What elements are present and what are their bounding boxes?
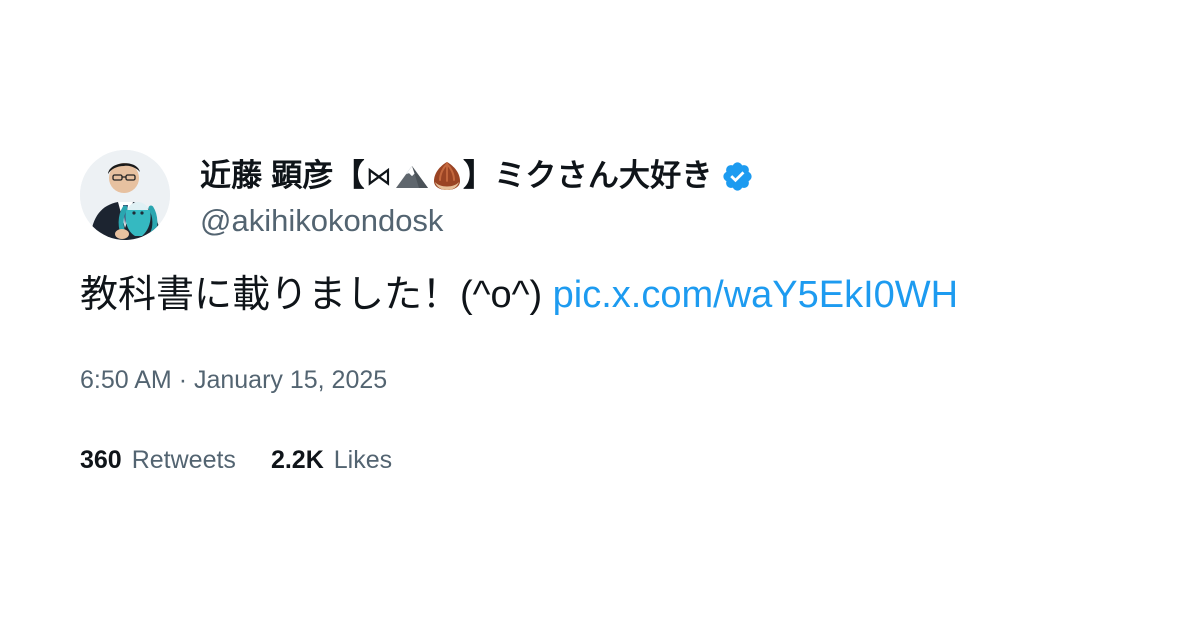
tweet-stats: 360 Retweets 2.2K Likes — [80, 444, 392, 476]
retweets-stat[interactable]: 360 Retweets — [80, 444, 236, 476]
tweet-card: 近藤 顕彦【 ⋈ 】ミクさん大好き @akihikokondosk 教科書に載り… — [80, 150, 1120, 490]
author-handle[interactable]: @akihikokondosk — [200, 203, 443, 239]
display-name-emoji-group: ⋈ — [366, 156, 462, 196]
retweets-count: 360 — [80, 446, 122, 474]
likes-count: 2.2K — [270, 446, 324, 474]
avatar[interactable] — [80, 150, 170, 240]
tweet-media-link[interactable]: pic.x.com/waY5EkI0WH — [553, 274, 958, 316]
tweet-timestamp[interactable]: 6:50 AM · January 15, 2025 — [80, 364, 387, 396]
likes-label: Likes — [333, 446, 393, 474]
tweet-time: 6:50 AM — [80, 366, 172, 394]
likes-stat[interactable]: 2.2K Likes — [271, 444, 392, 476]
chestnut-icon — [434, 162, 461, 190]
tweet-date: January 15, 2025 — [193, 366, 388, 394]
bowtie-symbol: ⋈ — [365, 161, 393, 191]
display-name-row[interactable]: 近藤 顕彦【 ⋈ 】ミクさん大好き — [200, 154, 754, 198]
display-name-suffix: 】ミクさん大好き — [463, 158, 713, 193]
avatar-image — [80, 150, 170, 240]
tweet-text: 教科書に載りました！(^o^) pic.x.com/waY5EkI0WH — [80, 270, 958, 320]
verified-badge-icon — [723, 161, 752, 191]
timestamp-separator: · — [178, 366, 188, 394]
tweet-body-text: 教科書に載りました！(^o^) — [80, 274, 553, 316]
author-row: 近藤 顕彦【 ⋈ 】ミクさん大好き @akihikokondosk — [80, 150, 1120, 242]
display-name-prefix: 近藤 顕彦【 — [200, 158, 365, 193]
snow-capped-mountain-icon — [396, 165, 429, 188]
retweets-label: Retweets — [131, 446, 236, 474]
